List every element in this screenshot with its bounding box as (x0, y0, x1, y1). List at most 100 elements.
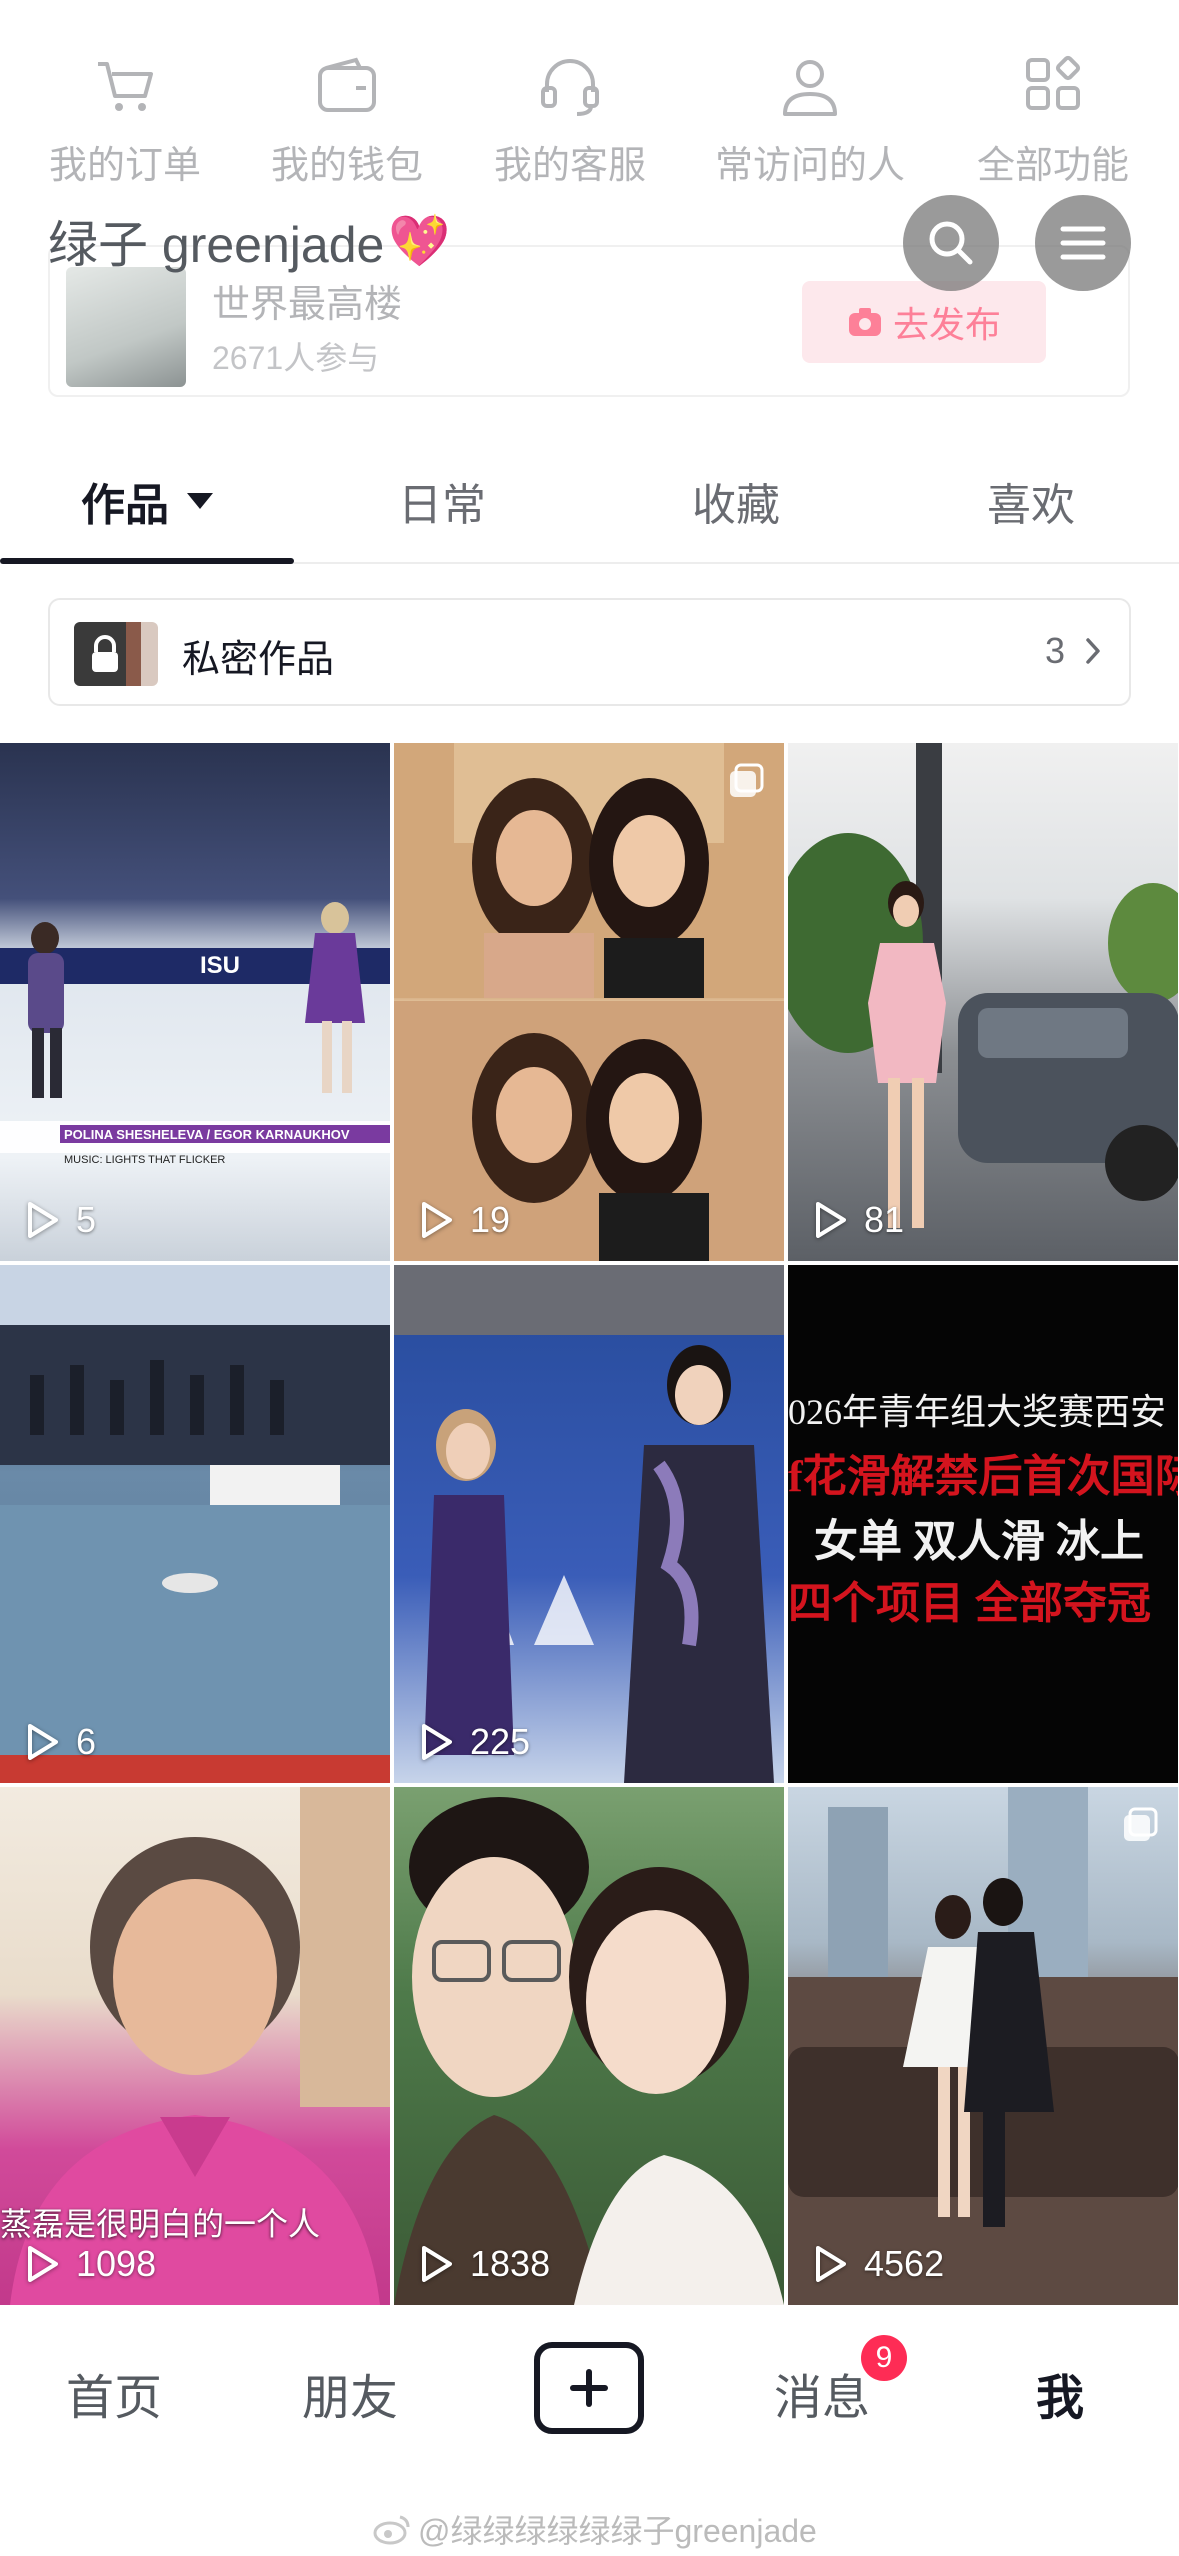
play-icon (422, 1724, 452, 1760)
profile-tabs: 作品 日常 收藏 喜欢 (0, 440, 1179, 564)
video-thumbnail[interactable]: 026年青年组大奖赛西安 f花滑解禁后首次国际 女单 双人滑 冰上 四个项目 全… (788, 1265, 1178, 1783)
play-count: 6 (24, 1721, 96, 1763)
sofa-couple-art (788, 1787, 1178, 2305)
private-works-label: 私密作品 (182, 639, 335, 681)
arena-scene-art (0, 1265, 390, 1783)
video-thumbnail[interactable]: 19 (394, 743, 784, 1261)
video-thumbnail[interactable]: 4562 (788, 1787, 1178, 2305)
play-count-value: 5 (76, 1199, 97, 1240)
wallet-icon (318, 57, 376, 112)
play-icon (816, 1202, 846, 1238)
my-orders-item[interactable]: 我的订单 (15, 52, 235, 189)
chevron-right-icon (1086, 638, 1100, 664)
publish-label: 去发布 (892, 304, 1001, 345)
private-works-row[interactable]: 私密作品 3 (48, 598, 1131, 706)
my-orders-label: 我的订单 (48, 145, 201, 187)
play-icon (28, 1202, 58, 1238)
portrait-collage-art (394, 743, 784, 1261)
quick-actions: 我的订单 我的钱包 我的客服 常访问的人 全部功能 (0, 52, 1179, 212)
camera-icon (848, 308, 881, 336)
video-thumbnail[interactable]: 6 (0, 1265, 390, 1783)
watermark-text: @绿绿绿绿绿绿子greenjade (418, 2513, 817, 2549)
multi-image-icon (1124, 1807, 1158, 1841)
text-card-line-3: 女单 双人滑 冰上 (814, 1517, 1144, 1566)
all-features-item[interactable]: 全部功能 (943, 52, 1163, 189)
all-features-label: 全部功能 (976, 145, 1129, 187)
caret-down-icon (187, 493, 213, 509)
couple-selfie-art (394, 1797, 784, 2305)
profile-username: 绿子 greenjade 💖 (48, 205, 451, 277)
play-count-value: 1838 (470, 2243, 551, 2284)
hamburger-menu-icon (1060, 226, 1106, 260)
message-badge: 9 (861, 2335, 907, 2381)
video-thumbnail[interactable]: 1838 (394, 1787, 784, 2305)
my-wallet-label: 我的钱包 (270, 145, 423, 187)
customer-service-item[interactable]: 我的客服 (460, 52, 680, 189)
topic-thumbnail (66, 267, 186, 387)
search-button[interactable] (903, 195, 999, 291)
skater-names-caption: POLINA SHESHELEVA / EGOR KARNAUKHOV (64, 1127, 350, 1142)
heart-emoji-icon: 💖 (388, 212, 451, 269)
play-count: 4562 (812, 2243, 944, 2285)
headset-icon (541, 59, 599, 116)
play-count-value: 81 (864, 1199, 905, 1240)
nav-home[interactable]: 首页 (66, 2358, 162, 2428)
cart-icon (98, 62, 153, 111)
tab-works-label: 作品 (81, 481, 169, 530)
frequent-visitors-label: 常访问的人 (714, 145, 905, 187)
multi-image-icon (730, 763, 764, 797)
customer-service-label: 我的客服 (493, 145, 646, 187)
tab-favorites-label: 收藏 (692, 481, 780, 530)
play-count: 5 (24, 1199, 96, 1241)
tab-works[interactable]: 作品 (0, 440, 294, 562)
play-count-value: 6 (76, 1721, 97, 1762)
play-count: 1838 (418, 2243, 550, 2285)
play-count-value: 1098 (76, 2243, 157, 2284)
play-icon (422, 2246, 452, 2282)
weibo-logo-icon (373, 2515, 410, 2545)
skating-scene-art: ISU POLINA SHESHELEVA / EGOR KARNAUKHOV … (0, 902, 390, 1166)
nav-me[interactable]: 我 (1036, 2358, 1084, 2428)
tab-likes[interactable]: 喜欢 (884, 440, 1178, 562)
video-thumbnail[interactable]: ISU POLINA SHESHELEVA / EGOR KARNAUKHOV … (0, 743, 390, 1261)
tab-favorites[interactable]: 收藏 (589, 440, 883, 562)
play-count: 225 (418, 1721, 530, 1763)
play-count: 1098 (24, 2243, 156, 2285)
play-count-value: 19 (470, 1199, 511, 1240)
watermark: @绿绿绿绿绿绿子greenjade (372, 2506, 817, 2552)
nav-friends[interactable]: 朋友 (302, 2358, 398, 2428)
video-thumbnail[interactable]: 蒸磊是很明白的一个人 1098 (0, 1787, 390, 2305)
lock-icon (92, 635, 118, 672)
tab-likes-label: 喜欢 (987, 481, 1075, 530)
private-works-thumbnail (74, 622, 158, 686)
text-card-line-1: 026年青年组大奖赛西安 (788, 1392, 1167, 1432)
publish-button[interactable]: 去发布 (802, 281, 1046, 363)
video-grid: ISU POLINA SHESHELEVA / EGOR KARNAUKHOV … (0, 743, 1179, 2306)
video-thumbnail[interactable]: 225 (394, 1265, 784, 1783)
grid-icon (1026, 55, 1081, 110)
play-count-value: 4562 (864, 2243, 945, 2284)
my-wallet-item[interactable]: 我的钱包 (237, 52, 457, 189)
video-subtitle: 蒸磊是很明白的一个人 (0, 2206, 321, 2242)
play-icon (816, 2246, 846, 2282)
frequent-visitors-item[interactable]: 常访问的人 (700, 52, 920, 189)
plus-icon (570, 2369, 608, 2407)
private-works-count: 3 (1044, 630, 1065, 671)
nav-messages[interactable]: 消息 (774, 2358, 870, 2428)
text-card-line-2: f花滑解禁后首次国际 (788, 1452, 1178, 1501)
play-count: 81 (812, 1199, 904, 1241)
skating-pair-art (394, 1265, 784, 1783)
menu-button[interactable] (1035, 195, 1131, 291)
search-icon (929, 221, 973, 265)
topic-title: 世界最高楼 (212, 284, 403, 326)
tab-daily-label: 日常 (398, 481, 486, 530)
play-icon (422, 1202, 452, 1238)
video-thumbnail[interactable]: 81 (788, 743, 1178, 1261)
pink-dress-scene-art (788, 743, 1178, 1228)
person-icon (783, 60, 837, 116)
text-card-line-4: 四个项目 全部夺冠 (788, 1579, 1151, 1628)
tab-daily[interactable]: 日常 (295, 440, 589, 562)
create-button[interactable] (534, 2342, 644, 2434)
music-caption: MUSIC: LIGHTS THAT FLICKER (64, 1154, 225, 1166)
play-count-value: 225 (470, 1721, 531, 1762)
